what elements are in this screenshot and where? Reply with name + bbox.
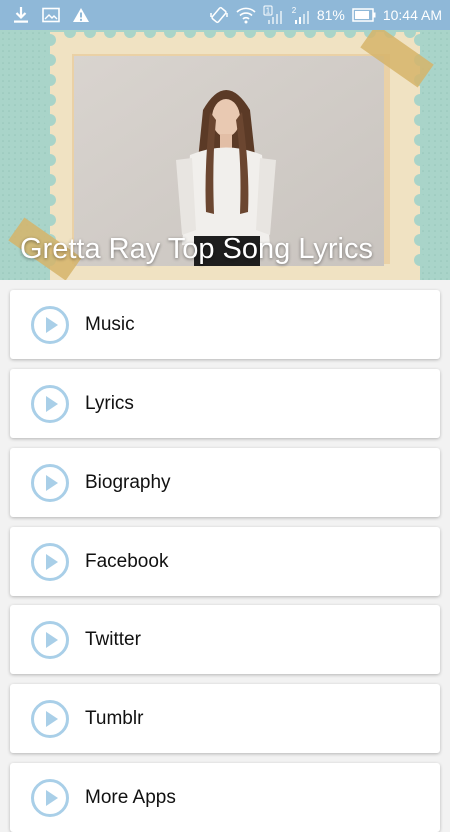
play-icon [31, 620, 69, 659]
menu-item-label: Biography [85, 471, 171, 493]
play-icon [31, 699, 69, 738]
play-icon [31, 305, 69, 344]
status-bar: 1 2 81% 10:44 AM [0, 0, 450, 30]
battery-percent: 81% [316, 7, 345, 23]
app-title: Gretta Ray Top Song Lyrics [20, 233, 373, 265]
image-icon [42, 7, 60, 23]
menu-item-tumblr[interactable]: Tumblr [10, 684, 440, 753]
menu-item-label: Music [85, 313, 135, 335]
play-icon [31, 778, 69, 817]
menu-item-label: More Apps [85, 786, 176, 808]
battery-icon [352, 8, 376, 22]
menu-item-lyrics[interactable]: Lyrics [10, 369, 440, 438]
header-banner: Gretta Ray Top Song Lyrics [0, 30, 450, 280]
menu-item-more-apps[interactable]: More Apps [10, 763, 440, 832]
sim-2-label: 2 [292, 6, 297, 15]
status-right: 1 2 81% 10:44 AM [209, 5, 442, 25]
menu-item-music[interactable]: Music [10, 290, 440, 359]
play-icon [31, 384, 69, 423]
vibrate-icon [209, 5, 229, 25]
wifi-icon [236, 6, 256, 24]
menu-item-biography[interactable]: Biography [10, 448, 440, 517]
menu-item-twitter[interactable]: Twitter [10, 605, 440, 674]
download-icon [12, 6, 30, 24]
menu-item-label: Tumblr [85, 707, 144, 729]
sim-1-label: 1 [266, 7, 271, 16]
play-icon [31, 542, 69, 581]
signal-2-icon: 2 [290, 5, 310, 25]
clock: 10:44 AM [382, 7, 442, 23]
status-left [12, 6, 90, 24]
menu-item-facebook[interactable]: Facebook [10, 527, 440, 596]
signal-1-icon: 1 [263, 5, 283, 25]
menu-item-label: Lyrics [85, 392, 134, 414]
menu-item-label: Facebook [85, 550, 169, 572]
menu-item-label: Twitter [85, 628, 141, 650]
play-icon [31, 463, 69, 502]
warning-icon [72, 7, 90, 23]
